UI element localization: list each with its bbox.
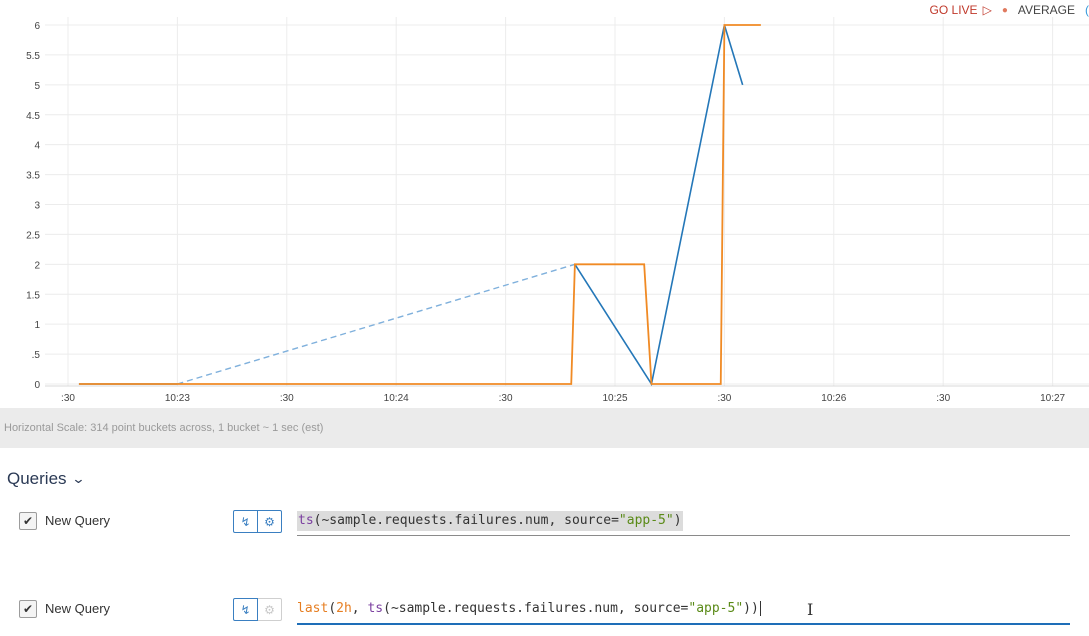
- checkmark-icon: ✔: [22, 514, 34, 528]
- query-name[interactable]: New Query: [45, 513, 110, 528]
- aggregation-dropdown[interactable]: AVERAGE: [1018, 3, 1075, 17]
- query-editor[interactable]: ts(~sample.requests.failures.num, source…: [297, 511, 1070, 536]
- query-tag-key: source: [564, 513, 612, 528]
- text-caret: [759, 601, 761, 616]
- gear-icon[interactable]: ⚙: [258, 598, 282, 621]
- y-tick-label: 6: [34, 21, 40, 32]
- chart-controls: GO LIVE ▷ ● AVERAGE (: [930, 3, 1089, 17]
- y-tick-label: 4.5: [26, 111, 40, 122]
- y-tick-label: 5: [34, 81, 40, 92]
- go-live-button[interactable]: GO LIVE ▷: [930, 3, 992, 17]
- query-expression: ts(~sample.requests.failures.num, source…: [297, 511, 683, 531]
- query-fn: ts: [367, 601, 384, 616]
- checkmark-icon: ✔: [22, 602, 34, 616]
- x-tick-label: :30: [280, 393, 294, 404]
- query-action-buttons: ↯ ⚙: [233, 598, 282, 621]
- y-tick-label: 0: [34, 380, 40, 391]
- lightning-icon[interactable]: ↯: [233, 510, 258, 533]
- gear-icon[interactable]: ⚙: [258, 510, 282, 533]
- play-outline-icon: ▷: [982, 3, 992, 17]
- query-tag-value: "app-5": [618, 513, 674, 528]
- query-fn: ts: [298, 513, 314, 528]
- query-enabled-checkbox[interactable]: ✔: [19, 600, 37, 618]
- x-tick-label: :30: [717, 393, 731, 404]
- x-tick-label: 10:27: [1040, 393, 1065, 404]
- lightning-icon[interactable]: ↯: [233, 598, 258, 621]
- y-tick-label: 1.5: [26, 290, 40, 301]
- query-metric: ~sample.requests.failures.num: [390, 601, 618, 616]
- text-cursor-icon: I: [807, 600, 814, 619]
- query-row: ✔ New Query ↯ ⚙ ts(~sample.requests.fail…: [0, 508, 1089, 548]
- chart-grid: [45, 17, 1089, 386]
- y-tick-label: 3.5: [26, 171, 40, 182]
- y-axis: 0 .5 1 1.5 2 2.5 3 3.5 4 4.5 5 5.5 6: [26, 21, 40, 391]
- chart-area[interactable]: 0 .5 1 1.5 2 2.5 3 3.5 4 4.5 5 5.5 6 :30 10:23 :30 10:2…: [0, 0, 1089, 408]
- queries-title: Queries: [7, 469, 67, 488]
- query-tag-key: source: [633, 601, 681, 616]
- query-tag-value: "app-5": [688, 601, 744, 616]
- x-tick-label: 10:24: [384, 393, 409, 404]
- horizontal-scale-text: Horizontal Scale: 314 point buckets acro…: [4, 422, 324, 434]
- chevron-down-icon: ⌄: [70, 471, 86, 486]
- y-tick-label: 3: [34, 201, 40, 212]
- x-tick-label: :30: [936, 393, 950, 404]
- query-editor[interactable]: last(2h, ts(~sample.requests.failures.nu…: [297, 601, 1070, 625]
- queries-header-toggle[interactable]: Queries ⌄: [7, 469, 86, 489]
- y-tick-label: .5: [32, 350, 41, 361]
- y-tick-label: 2.5: [26, 230, 40, 241]
- x-axis: :30 10:23 :30 10:24 :30 10:25 :30 10:26 :30 10:27: [45, 385, 1089, 404]
- x-tick-label: 10:26: [821, 393, 846, 404]
- horizontal-scale-bar: Horizontal Scale: 314 point buckets acro…: [0, 408, 1089, 448]
- y-tick-label: 1: [34, 320, 40, 331]
- query-enabled-checkbox[interactable]: ✔: [19, 512, 37, 530]
- y-tick-label: 2: [34, 260, 40, 271]
- separator-dot: ●: [1001, 4, 1008, 16]
- query-name[interactable]: New Query: [45, 601, 110, 616]
- query-outer-fn: last: [297, 601, 329, 616]
- query-window: 2h: [336, 601, 352, 616]
- query-action-buttons: ↯ ⚙: [233, 510, 282, 533]
- x-tick-label: :30: [499, 393, 513, 404]
- x-tick-label: :30: [61, 393, 75, 404]
- y-tick-label: 5.5: [26, 51, 40, 62]
- query-row: ✔ New Query ↯ ⚙ last(2h, ts(~sample.requ…: [0, 596, 1089, 636]
- go-live-label: GO LIVE: [929, 3, 978, 17]
- query-metric: ~sample.requests.failures.num: [321, 513, 549, 528]
- y-tick-label: 4: [34, 141, 40, 152]
- x-tick-label: 10:25: [602, 393, 627, 404]
- x-tick-label: 10:23: [165, 393, 190, 404]
- overflow-control[interactable]: (: [1085, 3, 1089, 17]
